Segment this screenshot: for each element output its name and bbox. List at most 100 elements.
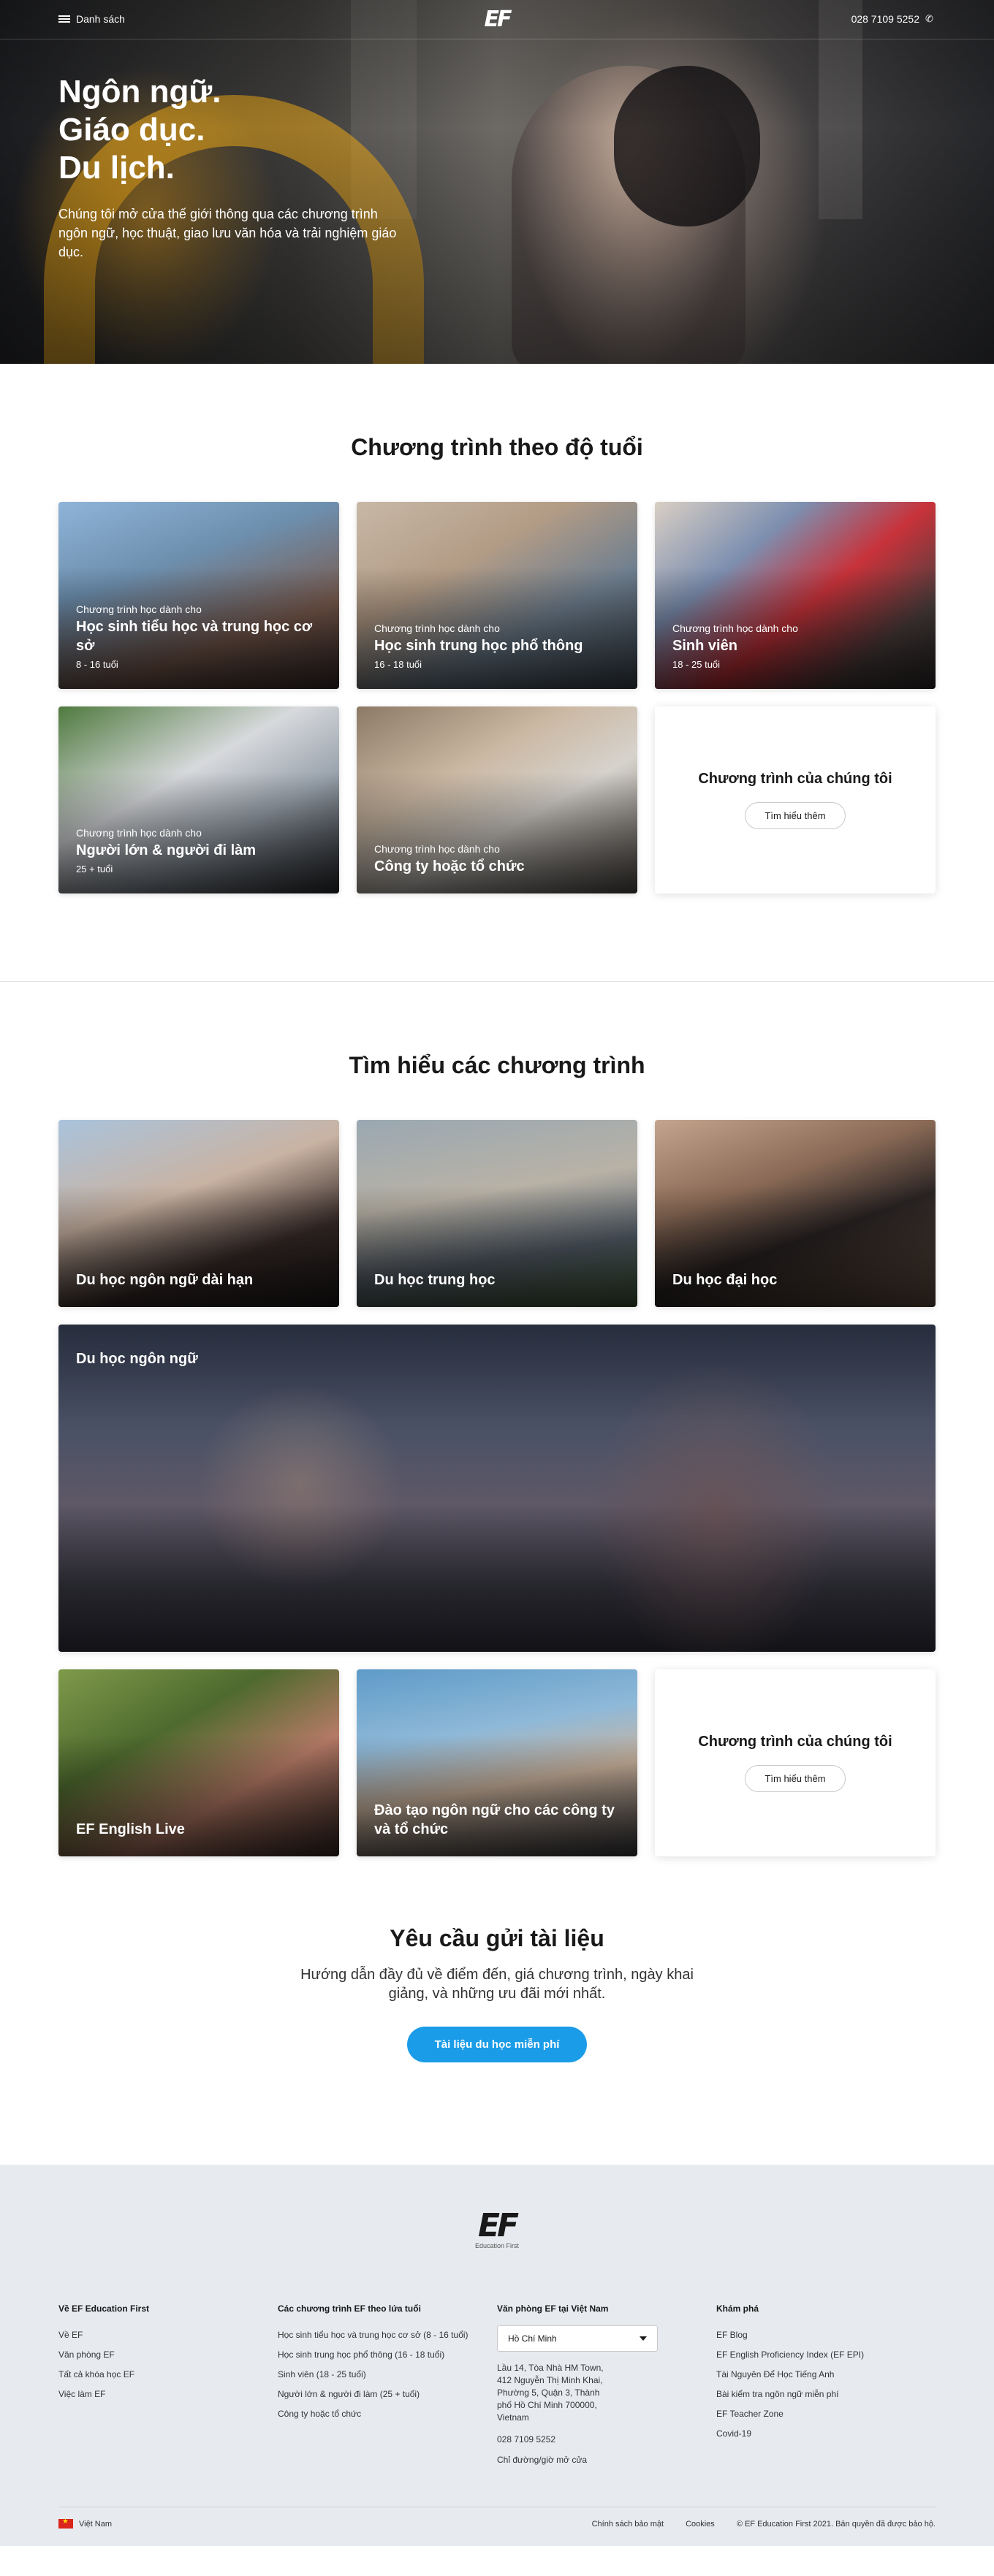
copyright: © EF Education First 2021. Bản quyền đã …	[736, 2519, 936, 2529]
card-kicker: Chương trình học dành cho	[672, 622, 798, 634]
footer-link[interactable]: Công ty hoặc tổ chức	[278, 2404, 497, 2424]
age-programs-grid: Chương trình học dành cho Học sinh tiểu …	[58, 502, 936, 893]
card-kicker: Chương trình học dành cho	[76, 827, 202, 839]
card-shade	[58, 1325, 936, 1652]
phone-link[interactable]: 028 7109 5252 ✆	[851, 13, 936, 25]
footer-col-offices: Văn phòng EF tại Việt Nam Hồ Chí Minh Lầ…	[497, 2303, 716, 2465]
footer: EF Education First Về EF Education First…	[0, 2165, 994, 2546]
brochure-title: Yêu cầu gửi tài liệu	[390, 1925, 604, 1951]
card-title: Du học trung học	[374, 1272, 496, 1288]
hero-title-line: Du lịch.	[58, 150, 175, 186]
footer-link[interactable]: Sinh viên (18 - 25 tuổi)	[278, 2365, 497, 2385]
ef-logo[interactable]: EF	[477, 7, 517, 32]
hero-subtitle: Chúng tôi mở cửa thế giới thông qua các …	[58, 207, 397, 259]
footer-link[interactable]: Việc làm EF	[58, 2385, 278, 2404]
footer-link[interactable]: Văn phòng EF	[58, 2345, 278, 2365]
footer-link[interactable]: EF Blog	[716, 2325, 936, 2345]
directions-link[interactable]: Chỉ đường/giờ mở cửa	[497, 2455, 716, 2465]
explore-section: Tìm hiểu các chương trình Du học ngôn ng…	[0, 982, 994, 1856]
footer-col-explore: Khám phá EF Blog EF English Proficiency …	[716, 2303, 936, 2465]
card-kicker: Chương trình học dành cho	[374, 622, 500, 634]
vietnam-flag-icon	[58, 2518, 73, 2529]
privacy-link[interactable]: Chính sách bảo mật	[592, 2520, 664, 2529]
card-body: Du học đại học	[672, 1269, 918, 1289]
card-title: Người lớn & người đi làm	[76, 842, 257, 858]
footer-link[interactable]: EF Teacher Zone	[716, 2404, 936, 2424]
office-phone[interactable]: 028 7109 5252	[497, 2434, 716, 2444]
explore-card-long-term[interactable]: Du học ngôn ngữ dài hạn	[58, 1120, 339, 1307]
explore-card-corporate[interactable]: Đào tạo ngôn ngữ cho các công ty và tổ c…	[357, 1669, 637, 1856]
card-age: 8 - 16 tuổi	[76, 659, 118, 670]
footer-columns: Về EF Education First Về EF Văn phòng EF…	[58, 2303, 936, 2465]
brochure-subtitle: Hướng dẫn đầy đủ về điểm đến, giá chương…	[300, 1967, 694, 2002]
office-select[interactable]: Hồ Chí Minh	[497, 2325, 658, 2352]
explore-card-university[interactable]: Du học đại học	[655, 1120, 936, 1307]
free-brochure-button[interactable]: Tài liệu du học miễn phí	[406, 2027, 588, 2062]
footer-link[interactable]: EF English Proficiency Index (EF EPI)	[716, 2345, 936, 2365]
office-select-value: Hồ Chí Minh	[508, 2333, 557, 2344]
learn-more-button[interactable]: Tìm hiểu thêm	[745, 1765, 846, 1792]
footer-bottom-bar: Việt Nam Chính sách bảo mật Cookies © EF…	[58, 2507, 936, 2529]
country-selector[interactable]: Việt Nam	[79, 2520, 112, 2529]
footer-link[interactable]: Tất cả khóa học EF	[58, 2365, 278, 2385]
footer-legal: Chính sách bảo mật Cookies © EF Educatio…	[592, 2520, 936, 2529]
card-body: Chương trình học dành cho Công ty hoặc t…	[374, 842, 620, 876]
card-title: EF English Live	[76, 1821, 185, 1837]
footer-col-heading: Khám phá	[716, 2303, 759, 2314]
card-body: Du học ngôn ngữ dài hạn	[76, 1269, 322, 1289]
program-card-university[interactable]: Chương trình học dành cho Sinh viên 18 -…	[655, 502, 936, 689]
footer-link[interactable]: Bài kiểm tra ngôn ngữ miễn phí	[716, 2385, 936, 2404]
cookies-link[interactable]: Cookies	[686, 2520, 715, 2529]
footer-link[interactable]: Học sinh tiểu học và trung học cơ sở (8 …	[278, 2325, 497, 2345]
footer-logo-mark: EF	[477, 2207, 519, 2244]
office-address: Lầu 14, Tòa Nhà HM Town, 412 Nguyễn Thị …	[497, 2363, 604, 2423]
footer-logo[interactable]: EF Education First	[466, 2207, 528, 2250]
explore-title: Tìm hiểu các chương trình	[349, 1052, 645, 1078]
program-card-highschool[interactable]: Chương trình học dành cho Học sinh trung…	[357, 502, 637, 689]
card-body: Chương trình học dành cho Người lớn & ng…	[76, 826, 322, 876]
card-body: EF English Live	[76, 1818, 322, 1839]
footer-link[interactable]: Người lớn & người đi làm (25 + tuổi)	[278, 2385, 497, 2404]
card-body: Chương trình học dành cho Học sinh trung…	[374, 622, 620, 671]
hero-title-line: Ngôn ngữ.	[58, 74, 221, 110]
hero: Danh sách EF 028 7109 5252 ✆ Ngôn ngữ. G…	[0, 0, 994, 364]
our-programs-card: Chương trình của chúng tôi Tìm hiểu thêm	[655, 706, 936, 893]
program-card-kids[interactable]: Chương trình học dành cho Học sinh tiểu …	[58, 502, 339, 689]
footer-link[interactable]: Học sinh trung học phổ thông (16 - 18 tu…	[278, 2345, 497, 2365]
card-body: Du học ngôn ngữ	[76, 1348, 918, 1368]
footer-link[interactable]: Về EF	[58, 2325, 278, 2345]
explore-grid: Du học ngôn ngữ dài hạn Du học trung học…	[58, 1120, 936, 1856]
learn-more-button[interactable]: Tìm hiểu thêm	[745, 802, 846, 829]
footer-col-heading: Các chương trình EF theo lứa tuổi	[278, 2303, 421, 2314]
footer-link[interactable]: Tài Nguyên Để Học Tiếng Anh	[716, 2365, 936, 2385]
phone-number: 028 7109 5252	[851, 13, 919, 25]
menu-button[interactable]: Danh sách	[58, 13, 125, 25]
card-age: 25 + tuổi	[76, 864, 113, 874]
hamburger-icon	[58, 15, 70, 23]
card-title: Du học đại học	[672, 1272, 778, 1288]
program-card-companies[interactable]: Chương trình học dành cho Công ty hoặc t…	[357, 706, 637, 893]
card-title: Đào tạo ngôn ngữ cho các công ty và tổ c…	[374, 1802, 615, 1837]
phone-icon: ✆	[925, 13, 933, 24]
explore-card-english-live[interactable]: EF English Live	[58, 1669, 339, 1856]
chevron-down-icon	[640, 2336, 647, 2341]
footer-link[interactable]: Covid-19	[716, 2424, 936, 2444]
footer-col-heading: Văn phòng EF tại Việt Nam	[497, 2303, 609, 2314]
explore-card-language[interactable]: Du học ngôn ngữ	[58, 1325, 936, 1652]
card-kicker: Chương trình học dành cho	[76, 603, 202, 615]
card-title: Công ty hoặc tổ chức	[374, 858, 525, 874]
footer-col-programs: Các chương trình EF theo lứa tuổi Học si…	[278, 2303, 497, 2465]
explore-card-highschool[interactable]: Du học trung học	[357, 1120, 637, 1307]
our-programs-title: Chương trình của chúng tôi	[698, 1734, 892, 1750]
footer-col-about: Về EF Education First Về EF Văn phòng EF…	[58, 2303, 278, 2465]
age-programs-title: Chương trình theo độ tuổi	[351, 434, 643, 460]
program-card-adults[interactable]: Chương trình học dành cho Người lớn & ng…	[58, 706, 339, 893]
hero-title-line: Giáo dục.	[58, 112, 205, 148]
our-programs-card: Chương trình của chúng tôi Tìm hiểu thêm	[655, 1669, 936, 1856]
hero-person-hair	[614, 66, 760, 226]
brochure-section: Yêu cầu gửi tài liệu Hướng dẫn đầy đủ về…	[0, 1856, 994, 2165]
footer-col-heading: Về EF Education First	[58, 2303, 150, 2314]
card-body: Chương trình học dành cho Học sinh tiểu …	[76, 603, 322, 671]
card-body: Du học trung học	[374, 1269, 620, 1289]
card-title: Du học ngôn ngữ dài hạn	[76, 1272, 254, 1288]
